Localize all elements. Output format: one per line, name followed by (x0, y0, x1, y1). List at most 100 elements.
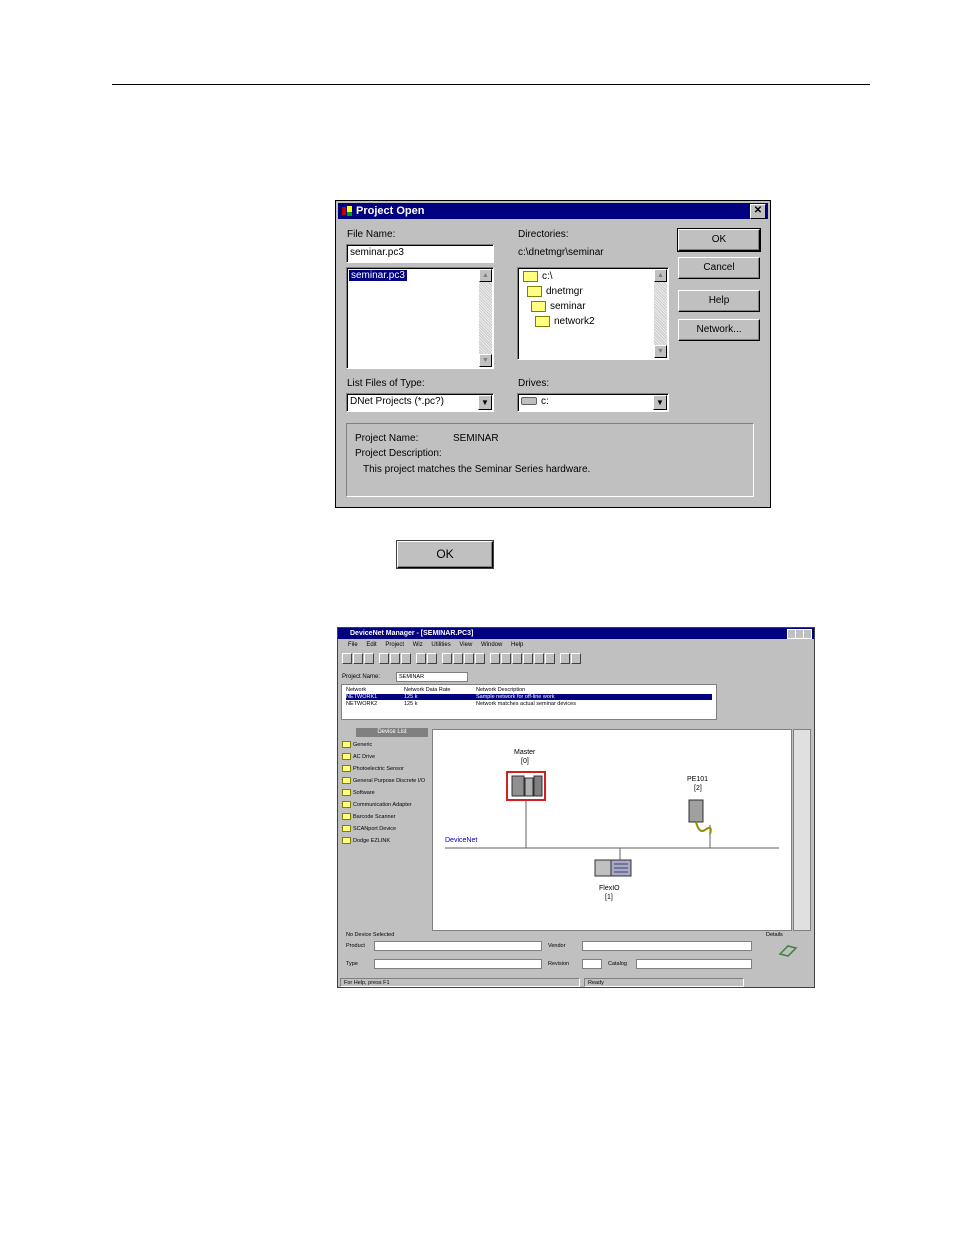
menu-project[interactable]: Project (385, 642, 404, 648)
directory-list[interactable]: c:\ dnetmgr seminar network2 ▲ ▼ (517, 267, 669, 360)
product-field[interactable] (374, 941, 542, 951)
catalog-field[interactable] (636, 959, 752, 969)
project-description-label: Project Description: (355, 448, 442, 459)
dir-item[interactable]: network2 (535, 316, 595, 327)
dir-item[interactable]: c:\ (523, 271, 553, 282)
product-label: Product (346, 943, 365, 949)
network-row[interactable]: NETWORK2 125 k Network matches actual se… (346, 701, 712, 707)
close-button[interactable]: ✕ (750, 204, 766, 219)
help-button[interactable]: Help (678, 290, 760, 312)
revision-field[interactable] (582, 959, 602, 969)
open-folder-icon (527, 286, 542, 297)
device-category-item[interactable]: Barcode Scanner (342, 813, 396, 820)
tool-icon[interactable] (490, 653, 500, 664)
network-diagram[interactable]: Master [0] PE101 [2] FlexIO [1] DeviceNe… (432, 729, 792, 931)
tool-icon[interactable] (464, 653, 474, 664)
menu-help[interactable]: Help (511, 642, 523, 648)
list-type-select[interactable]: DNet Projects (*.pc?) ▼ (346, 393, 494, 412)
save-icon[interactable] (364, 653, 374, 664)
zoom-out-icon[interactable] (545, 653, 555, 664)
network-button[interactable]: Network... (678, 319, 760, 341)
network-icon[interactable] (416, 653, 426, 664)
device-category-item[interactable]: Dodge EZLINK (342, 837, 390, 844)
chevron-down-icon[interactable]: ▼ (653, 395, 667, 410)
window-title: DeviceNet Manager - [SEMINAR.PC3] (350, 630, 474, 637)
folder-icon (342, 741, 351, 748)
vendor-field[interactable] (582, 941, 752, 951)
device-category-item[interactable]: Photoelectric Sensor (342, 765, 404, 772)
directories-path: c:\dnetmgr\seminar (518, 247, 604, 258)
tool-icon[interactable] (475, 653, 485, 664)
file-list-scrollbar[interactable]: ▲ ▼ (479, 269, 492, 367)
help-icon[interactable] (560, 653, 570, 664)
node-address: [0] (521, 758, 529, 765)
tool-icon[interactable] (453, 653, 463, 664)
file-list[interactable]: seminar.pc3 ▲ ▼ (346, 267, 494, 369)
catalog-label: Catalog (608, 961, 627, 967)
zoom-in-icon[interactable] (534, 653, 544, 664)
scroll-down-icon[interactable]: ▼ (479, 354, 492, 367)
header-rule (112, 84, 870, 85)
tool-icon[interactable] (501, 653, 511, 664)
print-icon[interactable] (427, 653, 437, 664)
menu-utilities[interactable]: Utilities (431, 642, 450, 648)
menu-wiz[interactable]: Wiz (413, 642, 423, 648)
photo-sensor-icon (688, 799, 704, 823)
device-category-item[interactable]: SCANport Device (342, 825, 396, 832)
device-category-item[interactable]: Generic (342, 741, 372, 748)
tool-icon[interactable] (442, 653, 452, 664)
tool-icon[interactable] (512, 653, 522, 664)
close-icon[interactable] (803, 629, 812, 639)
paste-icon[interactable] (401, 653, 411, 664)
close-icon: ✕ (753, 205, 763, 216)
new-icon[interactable] (342, 653, 352, 664)
device-category-item[interactable]: AC Drive (342, 753, 375, 760)
scroll-up-icon[interactable]: ▲ (479, 269, 492, 282)
copy-icon[interactable] (390, 653, 400, 664)
tool-icon[interactable] (523, 653, 533, 664)
menu-window[interactable]: Window (481, 642, 502, 648)
chevron-down-icon[interactable]: ▼ (478, 395, 492, 410)
scanner-icon (533, 775, 543, 797)
dir-item[interactable]: seminar (531, 301, 586, 312)
menu-view[interactable]: View (459, 642, 472, 648)
device-category-item[interactable]: Communication Adapter (342, 801, 412, 808)
project-name-field[interactable]: SEMINAR (396, 672, 468, 682)
details-icon[interactable] (778, 942, 798, 958)
folder-icon (342, 765, 351, 772)
scroll-up-icon[interactable]: ▲ (654, 269, 667, 282)
dialog-title: Project Open (356, 205, 425, 217)
directory-list-scrollbar[interactable]: ▲ ▼ (654, 269, 667, 358)
diagram-scrollbar[interactable] (793, 729, 811, 931)
window-controls[interactable] (787, 629, 812, 639)
project-name-label: Project Name: (355, 433, 419, 444)
file-name-input[interactable]: seminar.pc3 (346, 244, 494, 263)
file-item[interactable]: seminar.pc3 (348, 269, 408, 282)
network-row[interactable]: NETWORK1 125 k Sample network for off-li… (346, 694, 712, 700)
open-icon[interactable] (353, 653, 363, 664)
menu-edit[interactable]: Edit (366, 642, 376, 648)
node-name: FlexIO (599, 885, 620, 892)
project-open-dialog: Project Open ✕ File Name: seminar.pc3 se… (335, 200, 771, 508)
dialog-title-bar[interactable]: Project Open ✕ (338, 203, 768, 219)
ok-button[interactable]: OK (677, 228, 761, 252)
type-field[interactable] (374, 959, 542, 969)
cut-icon[interactable] (379, 653, 389, 664)
dir-item[interactable]: dnetmgr (527, 286, 583, 297)
project-description-value: This project matches the Seminar Series … (363, 464, 591, 475)
node-name: PE101 (687, 776, 709, 783)
cancel-button[interactable]: Cancel (678, 257, 760, 279)
open-folder-icon (531, 301, 546, 312)
scroll-down-icon[interactable]: ▼ (654, 345, 667, 358)
network-table[interactable]: Network Network Data Rate Network Descri… (341, 684, 717, 720)
device-category-item[interactable]: Software (342, 789, 375, 796)
devicenet-manager-window: DeviceNet Manager - [SEMINAR.PC3] File E… (337, 627, 815, 988)
menu-file[interactable]: File (348, 642, 358, 648)
drives-select[interactable]: c: ▼ (517, 393, 669, 412)
ok-button-illustration[interactable]: OK (397, 541, 493, 568)
context-help-icon[interactable] (571, 653, 581, 664)
device-category-item[interactable]: General Purpose Discrete I/O (342, 777, 425, 784)
node-address: [1] (605, 894, 613, 901)
folder-icon (342, 789, 351, 796)
window-title-bar[interactable]: DeviceNet Manager - [SEMINAR.PC3] (338, 628, 814, 639)
